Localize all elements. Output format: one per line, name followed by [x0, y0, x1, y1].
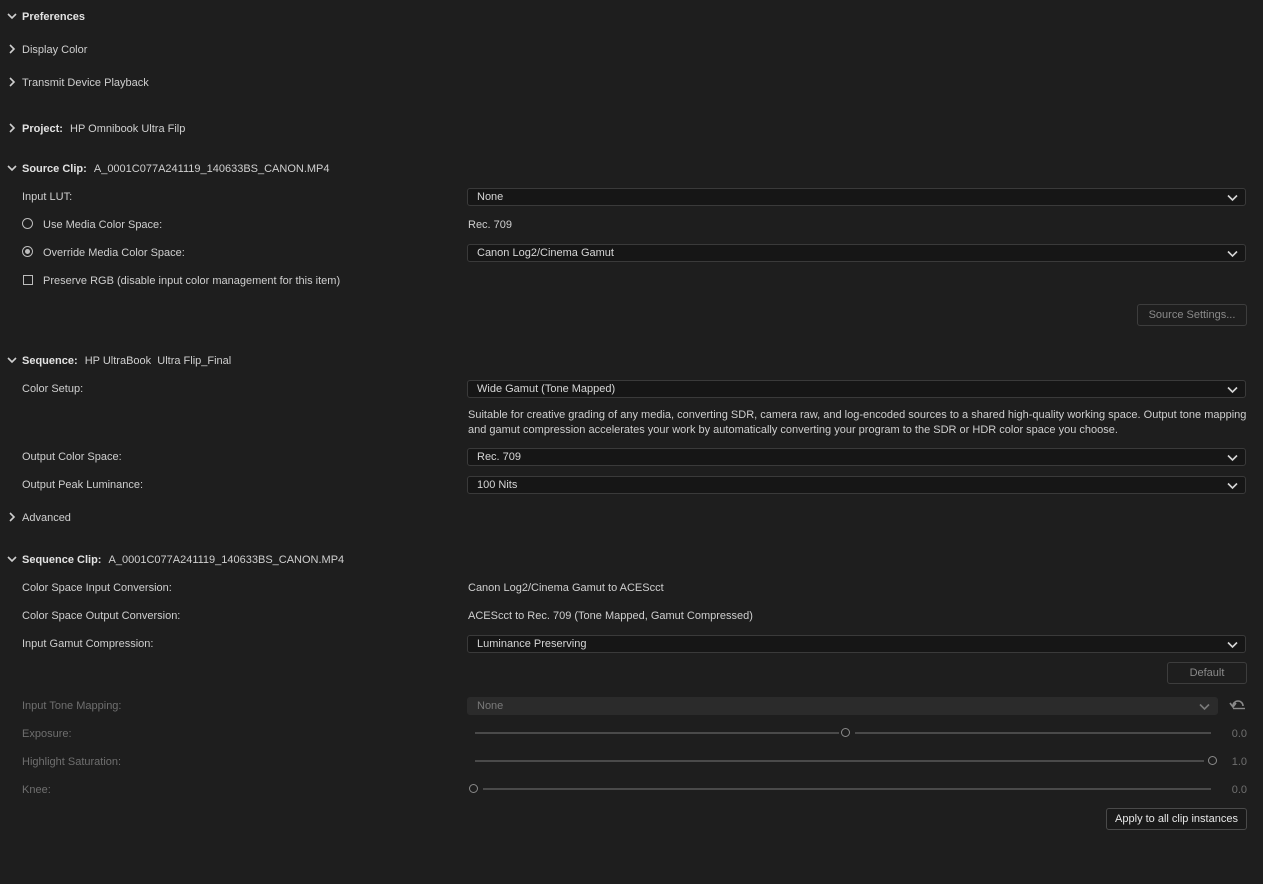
chevron-right-icon[interactable] [6, 511, 20, 525]
exposure-track-left [475, 732, 839, 734]
input-conversion-value: Canon Log2/Cinema Gamut to ACEScct [468, 582, 664, 594]
use-media-value: Rec. 709 [468, 219, 513, 231]
use-media-label: Use Media Color Space: [43, 219, 163, 231]
exposure-slider-handle[interactable] [841, 728, 850, 737]
highlight-saturation-label: Highlight Saturation: [22, 756, 122, 768]
sequence-clip-header[interactable]: Sequence Clip: A_0001C077A241119_140633B… [22, 554, 344, 566]
source-clip-value: A_0001C077A241119_140633BS_CANON.MP4 [93, 163, 330, 175]
chevron-down-icon [1227, 640, 1238, 652]
gamut-compression-select[interactable]: Luminance Preserving [467, 635, 1246, 653]
chevron-down-icon [1227, 453, 1238, 465]
transmit-title[interactable]: Transmit Device Playback [22, 77, 149, 89]
default-button[interactable]: Default [1167, 662, 1247, 684]
chevron-right-icon[interactable] [6, 43, 20, 57]
override-select[interactable]: Canon Log2/Cinema Gamut [467, 244, 1246, 262]
exposure-value: 0.0 [1231, 728, 1247, 740]
knee-label: Knee: [22, 784, 51, 796]
chevron-right-icon[interactable] [6, 76, 20, 90]
color-setup-select[interactable]: Wide Gamut (Tone Mapped) [467, 380, 1246, 398]
override-radio[interactable] [22, 246, 33, 257]
sequence-title: Sequence: [22, 355, 78, 367]
output-color-space-value: Rec. 709 [477, 451, 522, 463]
preferences-title[interactable]: Preferences [22, 11, 85, 23]
chevron-down-icon[interactable] [6, 354, 20, 368]
exposure-track-right [855, 732, 1211, 734]
highlight-saturation-track [475, 760, 1204, 762]
preserve-rgb-checkbox[interactable] [23, 275, 33, 285]
sequence-clip-value: A_0001C077A241119_140633BS_CANON.MP4 [108, 554, 345, 566]
sequence-value: HP UltraBook Ultra Flip_Final [84, 355, 232, 367]
color-setup-value: Wide Gamut (Tone Mapped) [477, 383, 616, 395]
chevron-down-icon[interactable] [6, 10, 20, 24]
source-clip-header[interactable]: Source Clip: A_0001C077A241119_140633BS_… [22, 163, 330, 175]
project-value: HP Omnibook Ultra Filp [70, 123, 186, 135]
gamut-compression-value: Luminance Preserving [477, 638, 587, 650]
output-conversion-label: Color Space Output Conversion: [22, 610, 181, 622]
override-label: Override Media Color Space: [43, 247, 185, 259]
chevron-right-icon[interactable] [6, 122, 20, 136]
input-lut-label: Input LUT: [22, 191, 73, 203]
knee-value: 0.0 [1231, 784, 1247, 796]
color-setup-description: Suitable for creative grading of any med… [468, 409, 1247, 436]
tone-mapping-label: Input Tone Mapping: [22, 700, 122, 712]
project-title: Project: [22, 123, 63, 135]
peak-luminance-select[interactable]: 100 Nits [467, 476, 1246, 494]
output-color-space-label: Output Color Space: [22, 451, 122, 463]
sequence-header[interactable]: Sequence: HP UltraBook Ultra Flip_Final [22, 355, 231, 367]
chevron-down-icon[interactable] [6, 162, 20, 176]
chevron-down-icon [1199, 702, 1210, 714]
apply-to-all-button[interactable]: Apply to all clip instances [1106, 808, 1247, 830]
highlight-saturation-value: 1.0 [1231, 756, 1247, 768]
input-lut-value: None [477, 191, 504, 203]
chevron-down-icon [1227, 193, 1238, 205]
override-value: Canon Log2/Cinema Gamut [477, 247, 614, 259]
knee-track [483, 788, 1211, 790]
chevron-down-icon[interactable] [6, 553, 20, 567]
chevron-down-icon [1227, 249, 1238, 261]
chevron-down-icon [1227, 385, 1238, 397]
highlight-saturation-slider-handle[interactable] [1208, 756, 1217, 765]
gamut-compression-label: Input Gamut Compression: [22, 638, 154, 650]
advanced-toggle[interactable]: Advanced [22, 512, 71, 524]
source-clip-title: Source Clip: [22, 163, 87, 175]
output-conversion-value: ACEScct to Rec. 709 (Tone Mapped, Gamut … [468, 610, 753, 622]
project-header[interactable]: Project: HP Omnibook Ultra Filp [22, 123, 185, 135]
source-settings-button[interactable]: Source Settings... [1137, 304, 1247, 326]
output-color-space-select[interactable]: Rec. 709 [467, 448, 1246, 466]
peak-luminance-value: 100 Nits [477, 479, 518, 491]
preserve-rgb-label: Preserve RGB (disable input color manage… [43, 275, 341, 287]
reset-icon[interactable] [1229, 697, 1247, 714]
chevron-down-icon [1227, 481, 1238, 493]
tone-mapping-select[interactable]: None [467, 697, 1218, 715]
exposure-label: Exposure: [22, 728, 72, 740]
color-setup-label: Color Setup: [22, 383, 84, 395]
input-conversion-label: Color Space Input Conversion: [22, 582, 172, 594]
peak-luminance-label: Output Peak Luminance: [22, 479, 144, 491]
sequence-clip-title: Sequence Clip: [22, 554, 102, 566]
use-media-radio[interactable] [22, 218, 33, 229]
display-color-title[interactable]: Display Color [22, 44, 87, 56]
knee-slider-handle[interactable] [469, 784, 478, 793]
tone-mapping-value: None [477, 700, 504, 712]
input-lut-select[interactable]: None [467, 188, 1246, 206]
